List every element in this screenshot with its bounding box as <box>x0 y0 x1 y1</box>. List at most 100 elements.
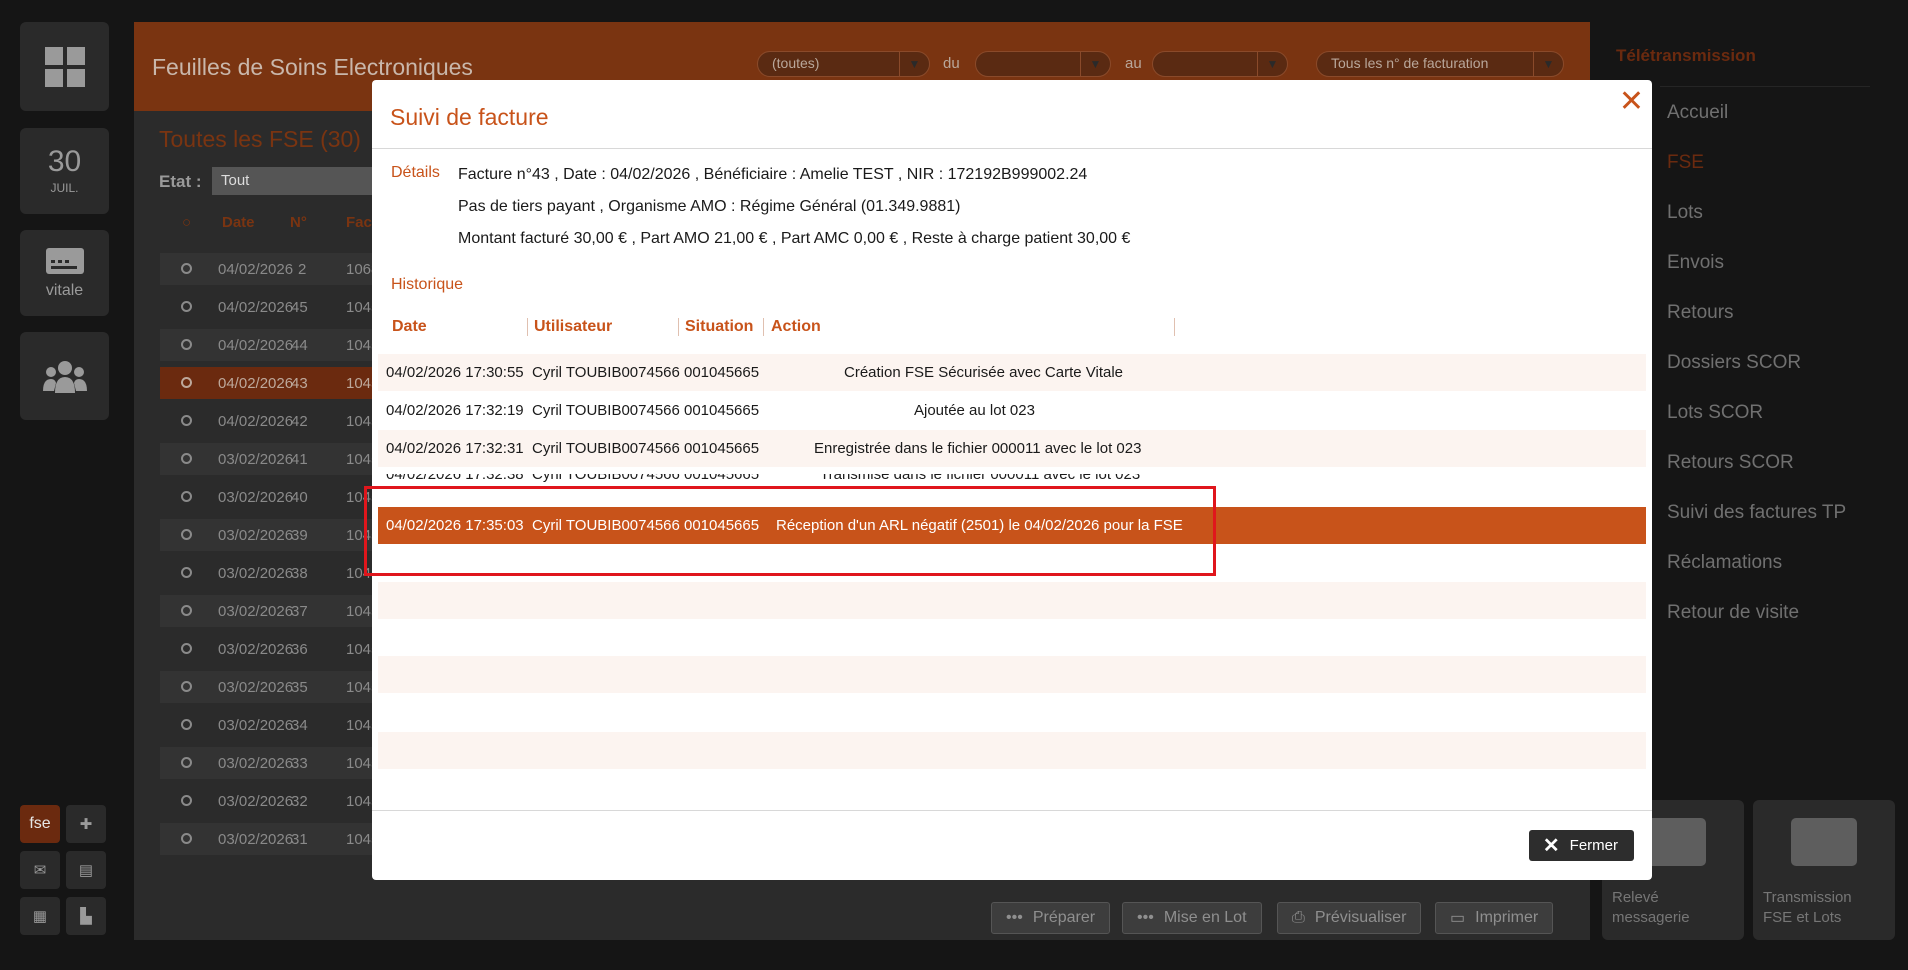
patients-tile[interactable] <box>20 332 109 420</box>
status-circle-icon <box>181 757 192 768</box>
calendar-month: JUIL. <box>50 181 79 195</box>
col-user[interactable]: Utilisateur <box>534 318 612 336</box>
nav-lots[interactable]: Lots <box>1667 202 1703 224</box>
status-circle-icon <box>181 263 192 274</box>
nav-suivi-factures-tp[interactable]: Suivi des factures TP <box>1667 502 1846 524</box>
status-circle-icon <box>181 377 192 388</box>
status-circle-icon <box>181 605 192 616</box>
status-circle-icon <box>181 719 192 730</box>
details-line: Facture n°43 , Date : 04/02/2026 , Bénéf… <box>458 166 1088 183</box>
close-icon[interactable]: ✕ <box>1619 84 1644 119</box>
col-date[interactable]: Date <box>222 214 255 231</box>
empty-row <box>378 656 1646 693</box>
empty-row <box>378 732 1646 769</box>
nav-retours-scor[interactable]: Retours SCOR <box>1667 452 1794 474</box>
col-action[interactable]: Action <box>771 318 821 336</box>
right-panel-title: Télétransmission <box>1616 46 1756 65</box>
billing-number-select[interactable]: Tous les n° de facturation ▼ <box>1316 51 1564 77</box>
print-label: Imprimer <box>1475 909 1539 926</box>
au-label: au <box>1125 55 1142 72</box>
status-circle-icon <box>181 795 192 806</box>
status-circle-icon <box>181 643 192 654</box>
details-line: Montant facturé 30,00 € , Part AMO 21,00… <box>458 230 1131 247</box>
medical-case-icon: ✚ <box>79 816 93 833</box>
details-label: Détails <box>391 164 440 181</box>
divider <box>372 810 1652 811</box>
status-circle-icon <box>181 681 192 692</box>
divider <box>372 148 1652 149</box>
invoice-tracking-dialog: Suivi de facture ✕ Détails Facture n°43 … <box>372 80 1652 880</box>
chevron-down-icon: ▼ <box>1257 52 1287 76</box>
status-circle-icon <box>181 529 192 540</box>
chevron-down-icon: ▼ <box>1533 52 1563 76</box>
fse-shortcut[interactable]: fse <box>20 805 60 843</box>
calendar-day: 30 <box>47 145 82 178</box>
date-from-select[interactable]: ▼ <box>975 51 1111 77</box>
mail-button[interactable]: ✉ <box>20 851 60 889</box>
history-row[interactable]: 04/02/2026 17:32:19 Cyril TOUBIB0074566 … <box>378 392 1646 429</box>
document-icon: ▤ <box>78 862 94 879</box>
nav-accueil[interactable]: Accueil <box>1667 102 1728 124</box>
transmission-tile-label: Transmission FSE et Lots <box>1763 889 1852 926</box>
close-button-label: Fermer <box>1569 837 1618 854</box>
dots-icon: ••• <box>1137 909 1154 926</box>
document-button[interactable]: ▤ <box>66 851 106 889</box>
prepare-button[interactable]: ••• Préparer <box>991 902 1111 934</box>
nav-reclamations[interactable]: Réclamations <box>1667 552 1782 574</box>
etat-label: Etat : <box>159 172 202 191</box>
date-to-select[interactable]: ▼ <box>1152 51 1288 77</box>
close-button[interactable]: ✕ Fermer <box>1528 830 1634 861</box>
chevron-down-icon: ▼ <box>1080 52 1110 76</box>
fse-shortcut-label: fse <box>29 815 51 832</box>
preview-button[interactable]: ⎙ Prévisualiser <box>1277 902 1422 934</box>
nav-envois[interactable]: Envois <box>1667 252 1724 274</box>
empty-row <box>378 582 1646 619</box>
mail-icon: ✉ <box>33 862 47 879</box>
col-situation[interactable]: Situation <box>685 318 753 336</box>
status-circle-icon <box>181 453 192 464</box>
column-separator <box>527 318 528 336</box>
history-row[interactable]: 04/02/2026 17:32:31 Cyril TOUBIB0074566 … <box>378 430 1646 467</box>
billing-number-value: Tous les n° de facturation <box>1331 55 1489 71</box>
medical-case-button[interactable]: ✚ <box>66 805 106 843</box>
du-label: du <box>943 55 960 72</box>
nav-dossiers-scor[interactable]: Dossiers SCOR <box>1667 352 1801 374</box>
print-button[interactable]: ▭ Imprimer <box>1435 902 1554 934</box>
col-number[interactable]: N° <box>290 214 307 231</box>
history-row[interactable]: 04/02/2026 17:32:38 Cyril TOUBIB0074566 … <box>378 474 1646 487</box>
vitale-label: vitale <box>45 282 84 299</box>
vitale-tile[interactable]: vitale <box>20 230 109 316</box>
status-circle-icon <box>181 339 192 350</box>
mail-tile-label: Relevé messagerie <box>1612 889 1690 926</box>
col-date[interactable]: Date <box>392 318 427 336</box>
card-reader-icon <box>45 248 84 274</box>
fse-type-select[interactable]: (toutes) ▼ <box>757 51 930 77</box>
nav-retour-visite[interactable]: Retour de visite <box>1667 602 1799 624</box>
batch-label: Mise en Lot <box>1163 909 1247 926</box>
stats-button[interactable]: ▙ <box>66 897 106 935</box>
column-separator <box>1174 318 1175 336</box>
history-row-selected[interactable]: 04/02/2026 17:35:03 Cyril TOUBIB0074566 … <box>378 507 1646 544</box>
status-circle-icon <box>181 301 192 312</box>
fse-list-title: Toutes les FSE (30) <box>159 126 361 152</box>
fse-type-value: (toutes) <box>772 55 820 71</box>
column-separator <box>763 318 764 336</box>
details-line: Pas de tiers payant , Organisme AMO : Ré… <box>458 198 961 215</box>
dialog-title: Suivi de facture <box>390 104 549 130</box>
batch-button[interactable]: ••• Mise en Lot <box>1122 902 1262 934</box>
status-circle-icon <box>181 491 192 502</box>
nav-fse[interactable]: FSE <box>1667 152 1704 174</box>
transmission-tile[interactable]: Transmission FSE et Lots <box>1753 800 1895 940</box>
status-circle-icon <box>181 415 192 426</box>
dots-icon: ••• <box>1006 909 1023 926</box>
status-column-icon: ○ <box>182 214 192 231</box>
grid-icon <box>44 46 85 87</box>
separator <box>1660 86 1870 87</box>
dashboard-tile[interactable] <box>20 22 109 111</box>
history-row[interactable]: 04/02/2026 17:30:55 Cyril TOUBIB0074566 … <box>378 354 1646 391</box>
main-title: Feuilles de Soins Electroniques <box>152 54 473 80</box>
nav-lots-scor[interactable]: Lots SCOR <box>1667 402 1763 424</box>
nav-retours[interactable]: Retours <box>1667 302 1734 324</box>
calculator-button[interactable]: ▦ <box>20 897 60 935</box>
calendar-tile[interactable]: 30 JUIL. <box>20 128 109 214</box>
